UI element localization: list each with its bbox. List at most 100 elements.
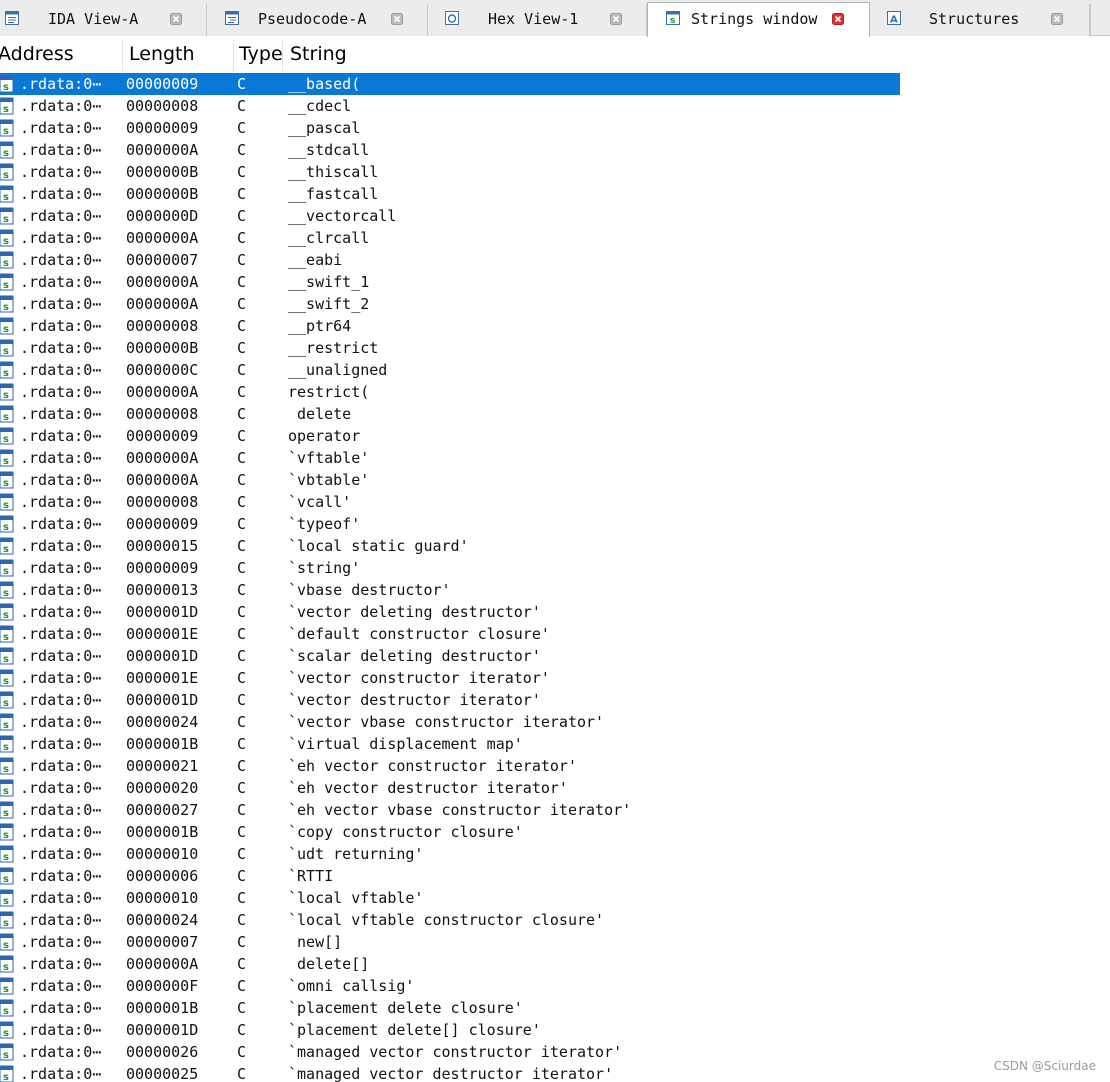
- table-row[interactable]: s .rdata:0⋯ 0000001E C `vector constructor i…: [0, 667, 900, 689]
- column-divider[interactable]: [122, 40, 123, 72]
- column-divider[interactable]: [233, 40, 234, 72]
- tab-structures[interactable]: A Structures: [870, 4, 1090, 36]
- cell-length: 0000001E: [126, 669, 199, 687]
- table-row[interactable]: s .rdata:0⋯ 0000001D C `placement delete[] c…: [0, 1019, 900, 1041]
- cell-type: C: [237, 669, 247, 687]
- cell-string: __pascal: [288, 119, 361, 137]
- svg-text:s: s: [3, 742, 9, 753]
- string-icon: s: [0, 933, 14, 951]
- table-row[interactable]: s .rdata:0⋯ 0000000F C `omni callsig': [0, 975, 900, 997]
- cell-address: .rdata:0⋯: [20, 141, 102, 159]
- table-row[interactable]: s .rdata:0⋯ 0000000A C __clrcall: [0, 227, 900, 249]
- cell-string: __eabi: [288, 251, 343, 269]
- table-row[interactable]: s .rdata:0⋯ 00000026 C `managed vector const…: [0, 1041, 900, 1063]
- table-row[interactable]: s .rdata:0⋯ 00000007 C new[]: [0, 931, 900, 953]
- table-row[interactable]: s .rdata:0⋯ 00000015 C `local static guard': [0, 535, 900, 557]
- column-header-address[interactable]: Address: [0, 37, 122, 73]
- table-row[interactable]: s .rdata:0⋯ 00000025 C `managed vector destr…: [0, 1063, 900, 1082]
- cell-type: C: [237, 97, 247, 115]
- table-row[interactable]: s .rdata:0⋯ 0000001E C `default constructor …: [0, 623, 900, 645]
- table-row[interactable]: s .rdata:0⋯ 0000000B C __fastcall: [0, 183, 900, 205]
- table-row[interactable]: s .rdata:0⋯ 0000001D C `vector destructor it…: [0, 689, 900, 711]
- table-row[interactable]: s .rdata:0⋯ 00000013 C `vbase destructor': [0, 579, 900, 601]
- close-icon[interactable]: [391, 13, 403, 25]
- table-row[interactable]: s .rdata:0⋯ 0000000A C __swift_1: [0, 271, 900, 293]
- cell-type: C: [237, 229, 247, 247]
- close-icon[interactable]: [1051, 13, 1063, 25]
- table-row[interactable]: s .rdata:0⋯ 00000009 Coperator: [0, 425, 900, 447]
- cell-address: .rdata:0⋯: [20, 1021, 102, 1039]
- table-row[interactable]: s .rdata:0⋯ 0000000B C __thiscall: [0, 161, 900, 183]
- table-row[interactable]: s .rdata:0⋯ 0000001B C `placement delete clo…: [0, 997, 900, 1019]
- cell-address: .rdata:0⋯: [20, 735, 102, 753]
- table-row[interactable]: s .rdata:0⋯ 00000008 C __ptr64: [0, 315, 900, 337]
- table-row[interactable]: s .rdata:0⋯ 00000008 C `vcall': [0, 491, 900, 513]
- table-row[interactable]: s .rdata:0⋯ 0000001B C `virtual displacement…: [0, 733, 900, 755]
- table-row[interactable]: s .rdata:0⋯ 00000008 C delete: [0, 403, 900, 425]
- table-row[interactable]: s .rdata:0⋯ 0000001D C `scalar deleting dest…: [0, 645, 900, 667]
- tab-ida-view-a[interactable]: IDA View-A: [0, 4, 207, 36]
- cell-length: 0000001D: [126, 603, 199, 621]
- cell-length: 00000027: [126, 801, 199, 819]
- table-row[interactable]: s .rdata:0⋯ 0000000A C __swift_2: [0, 293, 900, 315]
- cell-type: C: [237, 339, 247, 357]
- svg-text:s: s: [3, 214, 9, 225]
- table-row[interactable]: s .rdata:0⋯ 00000006 C `RTTI: [0, 865, 900, 887]
- table-row[interactable]: s .rdata:0⋯ 00000020 C `eh vector destructor…: [0, 777, 900, 799]
- column-divider[interactable]: [282, 40, 283, 72]
- table-row[interactable]: s .rdata:0⋯ 00000007 C __eabi: [0, 249, 900, 271]
- table-row[interactable]: s .rdata:0⋯ 00000010 C `udt returning': [0, 843, 900, 865]
- table-row[interactable]: s .rdata:0⋯ 00000009 C __pascal: [0, 117, 900, 139]
- table-row[interactable]: s .rdata:0⋯ 0000000A C `vbtable': [0, 469, 900, 491]
- table-row[interactable]: s .rdata:0⋯ 0000001D C `vector deleting dest…: [0, 601, 900, 623]
- column-header-string[interactable]: String: [286, 37, 886, 73]
- table-row[interactable]: s .rdata:0⋯ 00000027 C `eh vector vbase cons…: [0, 799, 900, 821]
- string-icon: s: [0, 493, 14, 511]
- cell-address: .rdata:0⋯: [20, 801, 102, 819]
- cell-length: 0000000C: [126, 361, 199, 379]
- table-row[interactable]: s .rdata:0⋯ 0000001B C `copy constructor clo…: [0, 821, 900, 843]
- table-row[interactable]: s .rdata:0⋯ 00000009 C `typeof': [0, 513, 900, 535]
- cell-length: 0000000D: [126, 207, 199, 225]
- table-row[interactable]: s .rdata:0⋯ 0000000A C delete[]: [0, 953, 900, 975]
- table-row[interactable]: s .rdata:0⋯ 0000000A C `vftable': [0, 447, 900, 469]
- table-row[interactable]: s .rdata:0⋯ 0000000B C __restrict: [0, 337, 900, 359]
- table-row[interactable]: s .rdata:0⋯ 00000008 C __cdecl: [0, 95, 900, 117]
- cell-string: `RTTI: [288, 867, 334, 885]
- cell-type: C: [237, 515, 247, 533]
- table-row[interactable]: s .rdata:0⋯ 00000010 C `local vftable': [0, 887, 900, 909]
- svg-text:s: s: [3, 654, 9, 665]
- table-row[interactable]: s .rdata:0⋯ 0000000C C __unaligned: [0, 359, 900, 381]
- table-row[interactable]: s .rdata:0⋯ 00000024 C `vector vbase constru…: [0, 711, 900, 733]
- table-row[interactable]: s .rdata:0⋯ 00000021 C `eh vector constructo…: [0, 755, 900, 777]
- cell-length: 00000015: [126, 537, 199, 555]
- table-row[interactable]: s .rdata:0⋯ 0000000A C __stdcall: [0, 139, 900, 161]
- cell-length: 00000009: [126, 119, 199, 137]
- table-row[interactable]: s .rdata:0⋯ 00000024 C `local vftable constr…: [0, 909, 900, 931]
- cell-string: __ptr64: [288, 317, 352, 335]
- cell-type: C: [237, 735, 247, 753]
- table-row[interactable]: s .rdata:0⋯ 0000000D C __vectorcall: [0, 205, 900, 227]
- tab-hex-view-1[interactable]: Hex View-1: [428, 4, 647, 36]
- string-icon: s: [0, 185, 14, 203]
- svg-text:s: s: [3, 830, 9, 841]
- cell-string: new[]: [288, 933, 343, 951]
- cell-length: 00000008: [126, 317, 199, 335]
- cell-length: 00000008: [126, 97, 199, 115]
- cell-type: C: [237, 75, 247, 93]
- string-icon: s: [0, 977, 14, 995]
- close-icon[interactable]: [170, 13, 182, 25]
- cell-address: .rdata:0⋯: [20, 295, 102, 313]
- tab-overflow: [1090, 4, 1110, 36]
- table-row[interactable]: s .rdata:0⋯ 0000000A Crestrict(: [0, 381, 900, 403]
- close-icon[interactable]: [832, 13, 844, 25]
- column-header-length[interactable]: Length: [125, 37, 233, 73]
- close-icon[interactable]: [610, 13, 622, 25]
- tab-pseudocode-a[interactable]: Pseudocode-A: [207, 4, 428, 36]
- table-row[interactable]: s .rdata:0⋯ 00000009 C `string': [0, 557, 900, 579]
- cell-address: .rdata:0⋯: [20, 273, 102, 291]
- cell-length: 00000024: [126, 713, 199, 731]
- tab-strings-window[interactable]: s Strings window: [647, 2, 870, 37]
- column-header-type[interactable]: Type: [236, 37, 282, 73]
- table-row[interactable]: s .rdata:0⋯ 00000009 C __based(: [0, 73, 900, 95]
